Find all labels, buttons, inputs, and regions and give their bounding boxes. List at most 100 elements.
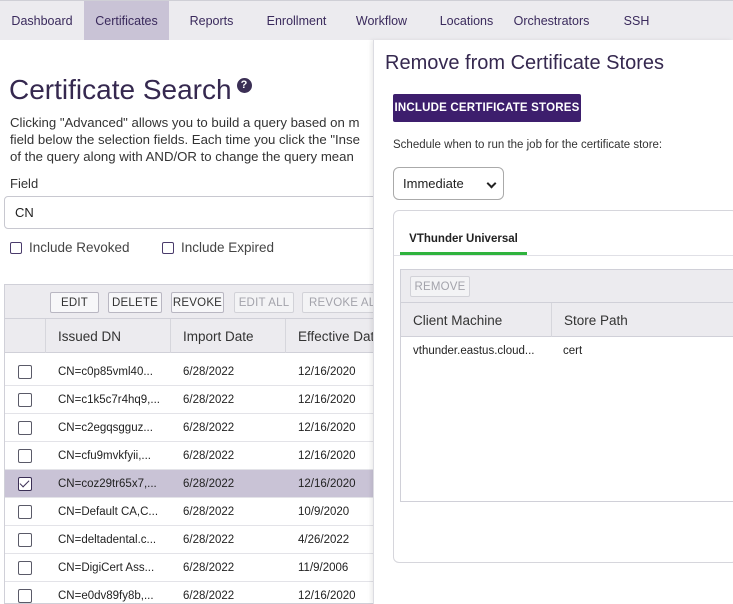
field-label: Field	[10, 176, 39, 191]
description-line: Clicking "Advanced" allows you to build …	[10, 115, 360, 130]
row-checkbox[interactable]	[18, 449, 32, 463]
row-checkbox[interactable]	[18, 505, 32, 519]
cell-effective-date: 12/16/2020	[298, 422, 356, 434]
page-title-text: Certificate Search	[9, 74, 232, 105]
column-store-path[interactable]: Store Path	[551, 303, 731, 337]
include-revoked-option[interactable]: Include Revoked	[10, 240, 130, 255]
column-effective-date[interactable]: Effective Dat	[285, 319, 383, 353]
include-expired-option[interactable]: Include Expired	[162, 240, 274, 255]
table-row[interactable]: CN=cfu9mvkfyii,... 6/28/2022 12/16/2020	[5, 442, 383, 470]
row-checkbox-checked[interactable]	[18, 477, 32, 491]
revoke-all-button[interactable]: REVOKE AL	[302, 292, 383, 313]
search-description: Clicking "Advanced" allows you to build …	[10, 115, 380, 165]
cell-effective-date: 12/16/2020	[298, 590, 356, 602]
page-title: Certificate Search ?	[9, 74, 252, 106]
grid-toolbar: EDIT DELETE REVOKE EDIT ALL REVOKE AL	[5, 285, 383, 319]
table-row[interactable]: CN=Default CA,C... 6/28/2022 10/9/2020	[5, 498, 383, 526]
cell-issued-dn: CN=deltadental.c...	[58, 534, 157, 546]
nav-tab-reports[interactable]: Reports	[169, 1, 254, 40]
table-row[interactable]: CN=c0p85vml40... 6/28/2022 12/16/2020	[5, 358, 383, 386]
cell-issued-dn: CN=c1k5c7r4hq9,...	[58, 394, 160, 406]
revoke-button[interactable]: REVOKE	[171, 292, 224, 313]
cell-effective-date: 12/16/2020	[298, 450, 356, 462]
cell-issued-dn: CN=c0p85vml40...	[58, 366, 153, 378]
table-row[interactable]: CN=c2egqsgguz... 6/28/2022 12/16/2020	[5, 414, 383, 442]
include-expired-label: Include Expired	[181, 240, 275, 255]
nav-tab-orchestrators[interactable]: Orchestrators	[509, 1, 594, 40]
edit-button[interactable]: EDIT	[50, 292, 99, 313]
certificate-grid: EDIT DELETE REVOKE EDIT ALL REVOKE AL Is…	[4, 284, 384, 604]
cell-issued-dn: CN=coz29tr65x7,...	[58, 478, 157, 490]
nav-tab-enrollment[interactable]: Enrollment	[254, 1, 339, 40]
row-checkbox[interactable]	[18, 589, 32, 603]
edit-all-button[interactable]: EDIT ALL	[234, 292, 294, 313]
include-certificate-stores-button[interactable]: INCLUDE CERTIFICATE STORES	[393, 94, 581, 122]
nav-tab-dashboard[interactable]: Dashboard	[0, 1, 84, 40]
remove-button[interactable]: REMOVE	[410, 276, 470, 297]
cell-effective-date: 12/16/2020	[298, 478, 356, 490]
column-issued-dn[interactable]: Issued DN	[45, 319, 170, 353]
cell-import-date: 6/28/2022	[183, 394, 235, 406]
column-import-date[interactable]: Import Date	[170, 319, 285, 353]
check-icon	[19, 477, 30, 488]
cell-effective-date: 12/16/2020	[298, 366, 356, 378]
nav-tab-workflow[interactable]: Workflow	[339, 1, 424, 40]
cell-import-date: 6/28/2022	[183, 366, 235, 378]
cell-issued-dn: CN=DigiCert Ass...	[58, 562, 155, 574]
store-row[interactable]: vthunder.eastus.cloud... cert	[401, 337, 733, 365]
field-select[interactable]: CN	[4, 196, 384, 229]
cell-import-date: 6/28/2022	[183, 450, 235, 462]
tab-vthunder-universal[interactable]: VThunder Universal	[400, 225, 527, 255]
table-row-selected[interactable]: CN=coz29tr65x7,... 6/28/2022 12/16/2020	[5, 470, 383, 498]
schedule-select-value: Immediate	[403, 176, 464, 191]
cell-effective-date: 10/9/2020	[298, 506, 350, 518]
store-grid: REMOVE Client Machine Store Path vthunde…	[400, 269, 733, 502]
table-row[interactable]: CN=c1k5c7r4hq9,... 6/28/2022 12/16/2020	[5, 386, 383, 414]
cell-issued-dn: CN=cfu9mvkfyii,...	[58, 450, 151, 462]
remove-from-stores-panel: Remove from Certificate Stores INCLUDE C…	[373, 40, 733, 604]
store-grid-header: Client Machine Store Path	[401, 303, 733, 337]
nav-tab-ssh[interactable]: SSH	[594, 1, 679, 40]
tab-divider	[394, 255, 733, 256]
cell-issued-dn: CN=Default CA,C...	[58, 506, 159, 518]
row-checkbox[interactable]	[18, 393, 32, 407]
column-client-machine[interactable]: Client Machine	[401, 303, 551, 337]
include-revoked-checkbox[interactable]	[10, 241, 22, 254]
store-type-container: VThunder Universal REMOVE Client Machine…	[393, 210, 733, 563]
cell-import-date: 6/28/2022	[183, 562, 235, 574]
store-grid-toolbar: REMOVE	[401, 270, 733, 303]
table-row[interactable]: CN=DigiCert Ass... 6/28/2022 11/9/2006	[5, 554, 383, 582]
include-revoked-label: Include Revoked	[29, 240, 130, 255]
panel-title: Remove from Certificate Stores	[385, 52, 664, 74]
cell-import-date: 6/28/2022	[183, 422, 235, 434]
cell-issued-dn: CN=e0dv89fy8b,...	[58, 590, 154, 602]
top-nav: Dashboard Certificates Reports Enrollmen…	[0, 0, 733, 40]
cell-client-machine: vthunder.eastus.cloud...	[413, 345, 535, 357]
schedule-select[interactable]: Immediate	[393, 167, 504, 200]
row-checkbox[interactable]	[18, 533, 32, 547]
cell-import-date: 6/28/2022	[183, 590, 235, 602]
help-icon[interactable]: ?	[236, 77, 252, 93]
grid-header: Issued DN Import Date Effective Dat	[5, 319, 383, 353]
cell-store-path: cert	[563, 345, 583, 357]
delete-button[interactable]: DELETE	[108, 292, 162, 313]
cell-import-date: 6/28/2022	[183, 506, 235, 518]
cell-import-date: 6/28/2022	[183, 534, 235, 546]
description-line: field below the selection fields. Each t…	[10, 131, 360, 147]
row-checkbox[interactable]	[18, 365, 32, 379]
cell-effective-date: 4/26/2022	[298, 534, 350, 546]
description-line: of the query along with AND/OR to change…	[10, 148, 354, 164]
nav-tab-locations[interactable]: Locations	[424, 1, 509, 40]
table-row[interactable]: CN=e0dv89fy8b,... 6/28/2022 12/16/2020	[5, 582, 383, 603]
cell-effective-date: 11/9/2006	[298, 562, 349, 574]
cell-effective-date: 12/16/2020	[298, 394, 356, 406]
cell-issued-dn: CN=c2egqsgguz...	[58, 422, 153, 434]
row-checkbox[interactable]	[18, 421, 32, 435]
chevron-down-icon	[486, 178, 497, 189]
table-row[interactable]: CN=deltadental.c... 6/28/2022 4/26/2022	[5, 526, 383, 554]
schedule-label: Schedule when to run the job for the cer…	[393, 139, 663, 151]
include-expired-checkbox[interactable]	[162, 241, 174, 254]
row-checkbox[interactable]	[18, 561, 32, 575]
cell-import-date: 6/28/2022	[183, 478, 235, 490]
nav-tab-certificates[interactable]: Certificates	[84, 1, 169, 40]
